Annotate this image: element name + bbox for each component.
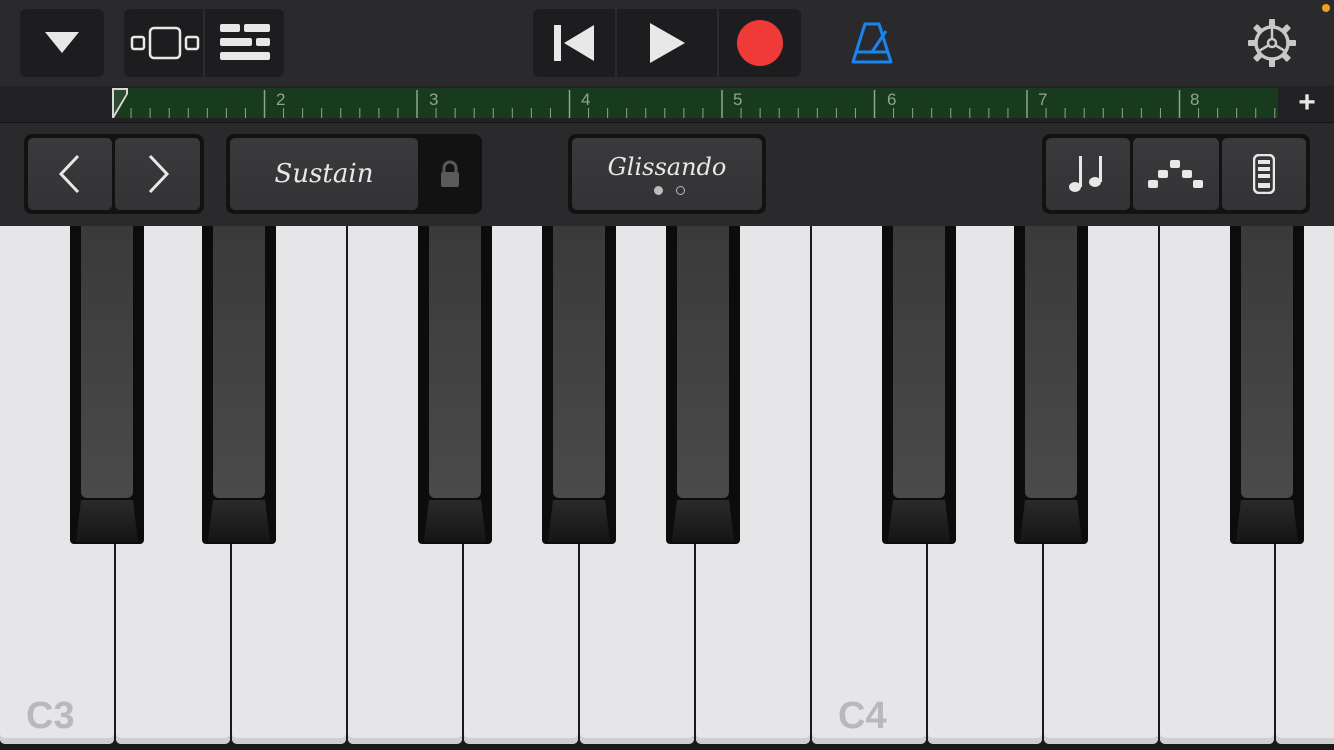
- top-toolbar: [0, 0, 1334, 86]
- sustain-lock-button[interactable]: [422, 138, 478, 210]
- bar-number: 2: [276, 90, 286, 109]
- tracks-list-icon: [219, 24, 270, 60]
- go-to-beginning-icon: [554, 25, 594, 61]
- bar-number: 6: [887, 90, 897, 109]
- ruler-track[interactable]: 2 3 4 5 6 7 8: [112, 88, 1278, 118]
- sustain-button[interactable]: Sustain: [230, 138, 418, 210]
- notification-dot: [1322, 4, 1330, 12]
- octave-label-c3: C3: [26, 695, 75, 737]
- page-indicator-dot-active: [654, 186, 663, 195]
- settings-gear-icon: [1248, 19, 1296, 67]
- record-button[interactable]: [719, 9, 801, 77]
- view-group: [124, 9, 284, 77]
- black-key-f-sharp4[interactable]: [1230, 226, 1304, 544]
- black-key-c-sharp3[interactable]: [70, 226, 144, 544]
- bar-number: 7: [1038, 90, 1048, 109]
- octave-label-c4: C4: [838, 695, 887, 737]
- black-key-a-sharp3[interactable]: [666, 226, 740, 544]
- tracks-view-button[interactable]: [124, 9, 203, 77]
- keyboard-settings-icon: [1253, 154, 1275, 194]
- play-icon: [650, 23, 685, 63]
- chevron-right-icon: [148, 154, 169, 194]
- add-section-button[interactable]: +: [1292, 88, 1322, 118]
- settings-button[interactable]: [1240, 9, 1304, 77]
- chevron-left-icon: [58, 154, 80, 194]
- keyboard-controls: Sustain Glissando: [0, 122, 1334, 227]
- play-button[interactable]: [617, 9, 717, 77]
- note-labels-button[interactable]: [1046, 138, 1130, 210]
- menu-dropdown-button[interactable]: [20, 9, 104, 77]
- plus-icon: +: [1298, 86, 1316, 119]
- black-key-g-sharp3[interactable]: [542, 226, 616, 544]
- lock-icon: [441, 160, 459, 187]
- go-to-beginning-button[interactable]: [533, 9, 615, 77]
- glissando-button[interactable]: Glissando: [572, 138, 762, 210]
- sustain-label: Sustain: [274, 159, 374, 189]
- octave-down-button[interactable]: [28, 138, 112, 210]
- music-notes-icon: [1069, 156, 1102, 192]
- bar-number: 4: [581, 90, 591, 109]
- tracks-list-button[interactable]: [205, 9, 284, 77]
- piano-keyboard: C3 C4: [0, 226, 1334, 750]
- tracks-view-icon: [130, 26, 199, 60]
- bar-number: 3: [429, 90, 439, 109]
- arpeggiator-button[interactable]: [1133, 138, 1219, 210]
- bar-number: 5: [733, 90, 743, 109]
- dropdown-triangle-icon: [45, 32, 79, 53]
- page-indicator-dot: [676, 186, 685, 195]
- timeline-ruler[interactable]: 2 3 4 5 6 7 8: [0, 86, 1334, 122]
- black-key-f-sharp3[interactable]: [418, 226, 492, 544]
- playhead-marker[interactable]: [112, 88, 130, 120]
- record-icon: [737, 20, 783, 66]
- menu-group: [20, 9, 104, 77]
- tools-group: [1042, 134, 1310, 214]
- transport-group: [533, 9, 801, 77]
- glissando-label: Glissando: [607, 153, 727, 181]
- bar-number: 8: [1190, 90, 1200, 109]
- black-key-d-sharp3[interactable]: [202, 226, 276, 544]
- velocity-settings-button[interactable]: [1222, 138, 1306, 210]
- octave-group: [24, 134, 204, 214]
- ruler-ticks: [112, 90, 1276, 118]
- sustain-group: Sustain: [226, 134, 482, 214]
- glissando-group: Glissando: [568, 134, 766, 214]
- arpeggiator-icon: [1148, 160, 1203, 188]
- black-key-c-sharp4[interactable]: [882, 226, 956, 544]
- metronome-button[interactable]: [840, 9, 904, 77]
- octave-up-button[interactable]: [115, 138, 200, 210]
- black-key-d-sharp4[interactable]: [1014, 226, 1088, 544]
- metronome-icon: [851, 22, 893, 64]
